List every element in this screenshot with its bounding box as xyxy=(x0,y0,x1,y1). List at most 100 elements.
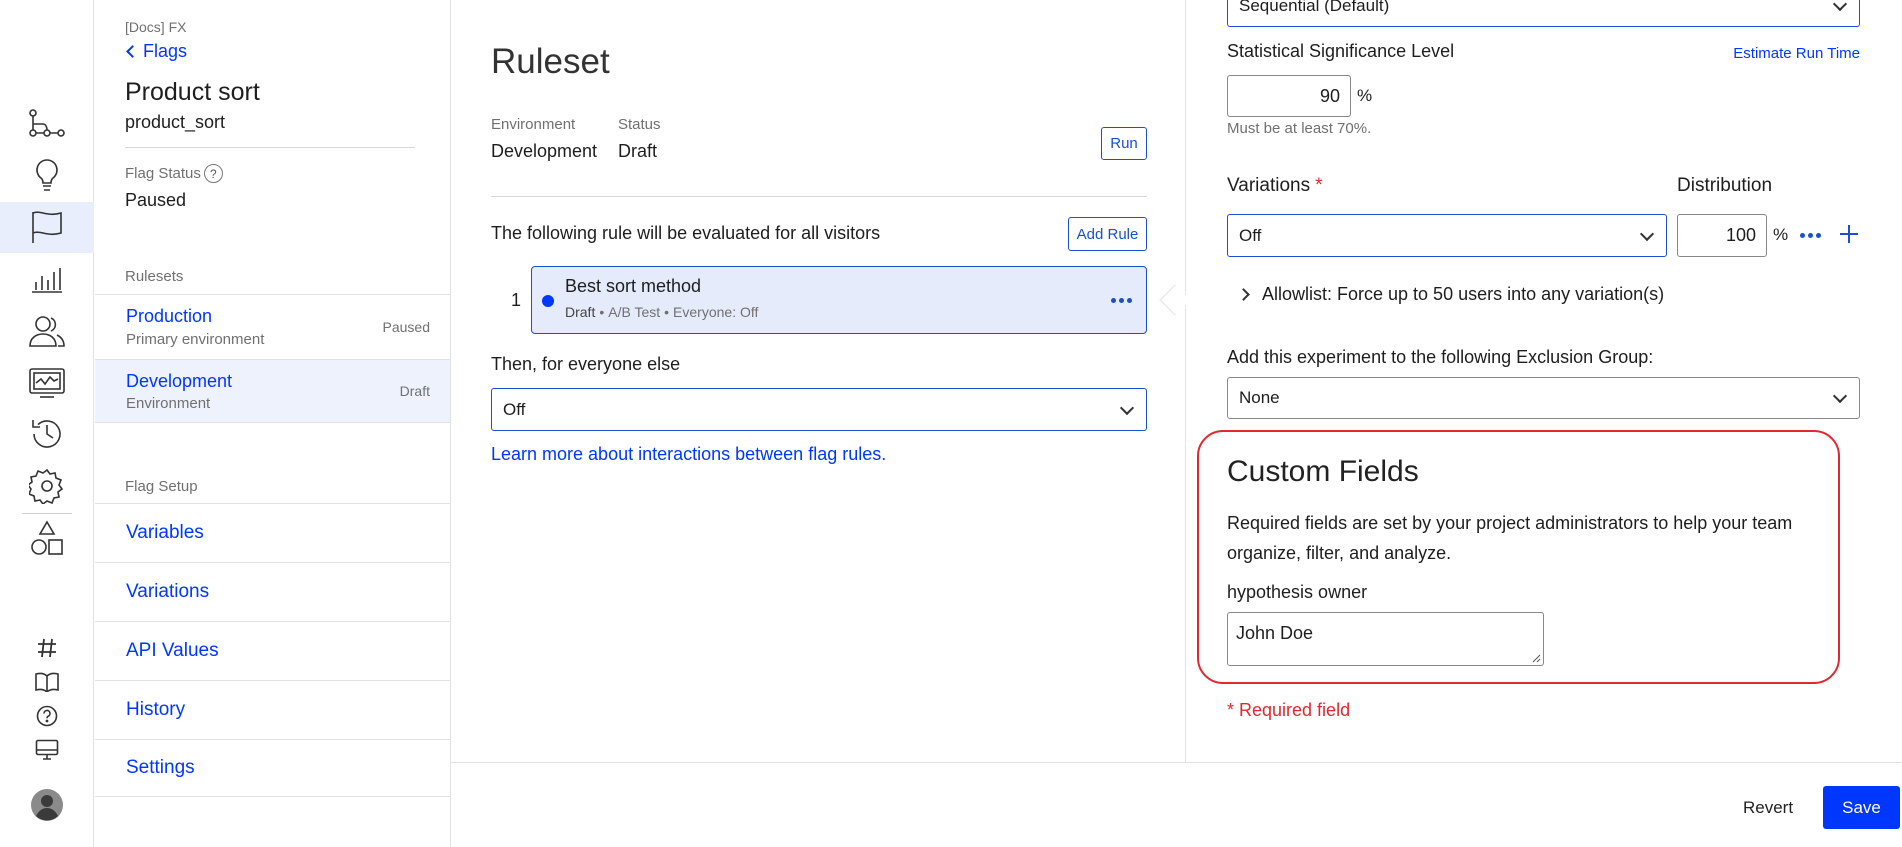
exclusion-label: Add this experiment to the following Exc… xyxy=(1227,347,1654,367)
chevron-down-icon xyxy=(1119,400,1135,415)
divider xyxy=(491,196,1147,197)
flag-key: product_sort xyxy=(125,112,226,132)
required-asterisk: * xyxy=(1315,175,1323,196)
setup-link-history[interactable]: History xyxy=(95,680,450,739)
hypothesis-owner-value: John Doe xyxy=(1236,623,1314,643)
learn-more-link[interactable]: Learn more about interactions between fl… xyxy=(491,444,886,465)
gear-icon[interactable] xyxy=(26,465,68,507)
flag-status-label: Flag Status xyxy=(125,165,201,182)
setup-link-label: History xyxy=(126,699,186,720)
rule-type: A/B Test xyxy=(608,304,661,320)
ruleset-sub: Primary environment xyxy=(126,331,265,348)
rulesets-heading: Rulesets xyxy=(125,268,184,285)
setup-link-label: Variations xyxy=(126,581,210,602)
allowlist-label: Allowlist: Force up to 50 users into any… xyxy=(1262,284,1665,304)
divider xyxy=(125,147,415,148)
chevron-down-icon xyxy=(1832,388,1848,404)
back-link-label: Flags xyxy=(143,41,188,61)
rule-meta: Draft • A/B Test • Everyone: Off xyxy=(565,304,758,320)
flag-setup-heading: Flag Setup xyxy=(125,478,198,495)
page-title: Ruleset xyxy=(491,42,610,81)
desktop-icon[interactable] xyxy=(26,729,68,771)
select-value: Off xyxy=(1239,225,1262,245)
distribution-input[interactable]: 100 xyxy=(1677,214,1767,257)
help-circle-icon[interactable]: ? xyxy=(203,164,223,183)
ruleset-item-development[interactable]: Development Environment Draft xyxy=(95,359,450,423)
lightbulb-icon[interactable] xyxy=(26,154,68,196)
estimate-run-time-link[interactable]: Estimate Run Time xyxy=(1733,45,1860,62)
variations-label: Variations xyxy=(1227,175,1311,196)
hypothesis-owner-field[interactable]: John Doe xyxy=(1227,612,1544,666)
flag-status-value: Paused xyxy=(125,190,187,210)
percent-sign: % xyxy=(1357,86,1373,105)
shapes-icon[interactable] xyxy=(26,517,68,559)
flag-status-label-row: Flag Status ? xyxy=(125,164,223,183)
environment-value: Development xyxy=(491,141,598,161)
flag-sidebar: [Docs] FX Flags Product sort product_sor… xyxy=(95,0,451,847)
rule-audience: Everyone: Off xyxy=(673,304,759,320)
rule-index: 1 xyxy=(511,290,522,310)
save-button[interactable]: Save xyxy=(1823,786,1900,829)
add-variation-icon[interactable] xyxy=(1839,224,1859,244)
run-button[interactable]: Run xyxy=(1101,127,1147,160)
select-value: Off xyxy=(503,399,526,419)
status-value: Draft xyxy=(618,141,658,161)
stats-method-select[interactable]: Sequential (Default) xyxy=(1227,0,1860,27)
avatar-icon[interactable] xyxy=(26,784,68,826)
monitor-chart-icon[interactable] xyxy=(26,362,68,404)
more-options-icon[interactable] xyxy=(1800,233,1821,238)
chevron-right-icon xyxy=(1237,288,1250,301)
rule-status-dot xyxy=(542,295,554,307)
icon-rail xyxy=(0,0,94,847)
rule-intro-text: The following rule will be evaluated for… xyxy=(491,223,881,243)
project-name: [Docs] FX xyxy=(125,19,187,35)
significance-label: Statistical Significance Level xyxy=(1227,41,1455,61)
setup-link-api-values[interactable]: API Values xyxy=(95,621,450,680)
flag-icon[interactable] xyxy=(26,206,68,248)
custom-fields-title: Custom Fields xyxy=(1227,455,1419,488)
separator-dot: • xyxy=(599,304,605,320)
ruleset-name: Production xyxy=(126,306,213,326)
rail-divider xyxy=(22,513,72,514)
setup-link-variations[interactable]: Variations xyxy=(95,562,450,621)
rule-name: Best sort method xyxy=(565,276,702,296)
setup-link-variables[interactable]: Variables xyxy=(95,503,450,562)
significance-hint: Must be at least 70%. xyxy=(1227,120,1372,137)
bar-chart-icon[interactable] xyxy=(26,258,68,300)
significance-input[interactable]: 90 xyxy=(1227,75,1351,117)
more-options-icon[interactable] xyxy=(1111,298,1132,303)
chevron-down-icon xyxy=(1639,226,1655,241)
users-icon[interactable] xyxy=(26,310,68,352)
ruleset-status: Draft xyxy=(399,383,430,399)
ruleset-item-production[interactable]: Production Primary environment Paused xyxy=(95,294,450,359)
exclusion-group-select[interactable]: None xyxy=(1227,377,1860,419)
variation-select[interactable]: Off xyxy=(1227,214,1667,257)
history-icon[interactable] xyxy=(26,413,68,455)
hierarchy-icon[interactable] xyxy=(26,103,68,145)
ruleset-status: Paused xyxy=(382,319,430,335)
environment-label: Environment xyxy=(491,116,576,133)
ruleset-sub: Environment xyxy=(126,395,211,412)
setup-link-settings[interactable]: Settings xyxy=(95,739,450,797)
rule-status: Draft xyxy=(565,304,596,320)
chevron-down-icon xyxy=(1832,0,1848,12)
add-rule-button[interactable]: Add Rule xyxy=(1068,217,1147,251)
rule-editor-panel: Sequential (Default) Statistical Signifi… xyxy=(1187,0,1902,762)
resize-handle-icon[interactable] xyxy=(1531,653,1541,663)
everyone-else-select[interactable]: Off xyxy=(491,388,1147,431)
back-to-flags-link[interactable]: Flags xyxy=(125,41,187,62)
revert-button[interactable]: Revert xyxy=(1743,798,1793,818)
allowlist-toggle[interactable]: Allowlist: Force up to 50 users into any… xyxy=(1237,284,1665,305)
rule-card[interactable]: Best sort method Draft • A/B Test • Ever… xyxy=(531,266,1147,334)
status-label: Status xyxy=(618,116,661,133)
setup-link-label: Variables xyxy=(126,522,204,543)
separator-dot: • xyxy=(664,304,670,320)
ruleset-name: Development xyxy=(126,371,233,391)
distribution-label: Distribution xyxy=(1677,175,1773,196)
flag-name: Product sort xyxy=(125,78,260,106)
custom-fields-desc-line2: organize, filter, and analyze. xyxy=(1227,543,1452,563)
custom-fields-desc-line1: Required fields are set by your project … xyxy=(1227,513,1793,533)
chevron-left-icon xyxy=(126,45,139,58)
action-footer: Revert Save xyxy=(451,762,1902,847)
setup-link-label: Settings xyxy=(126,757,195,778)
